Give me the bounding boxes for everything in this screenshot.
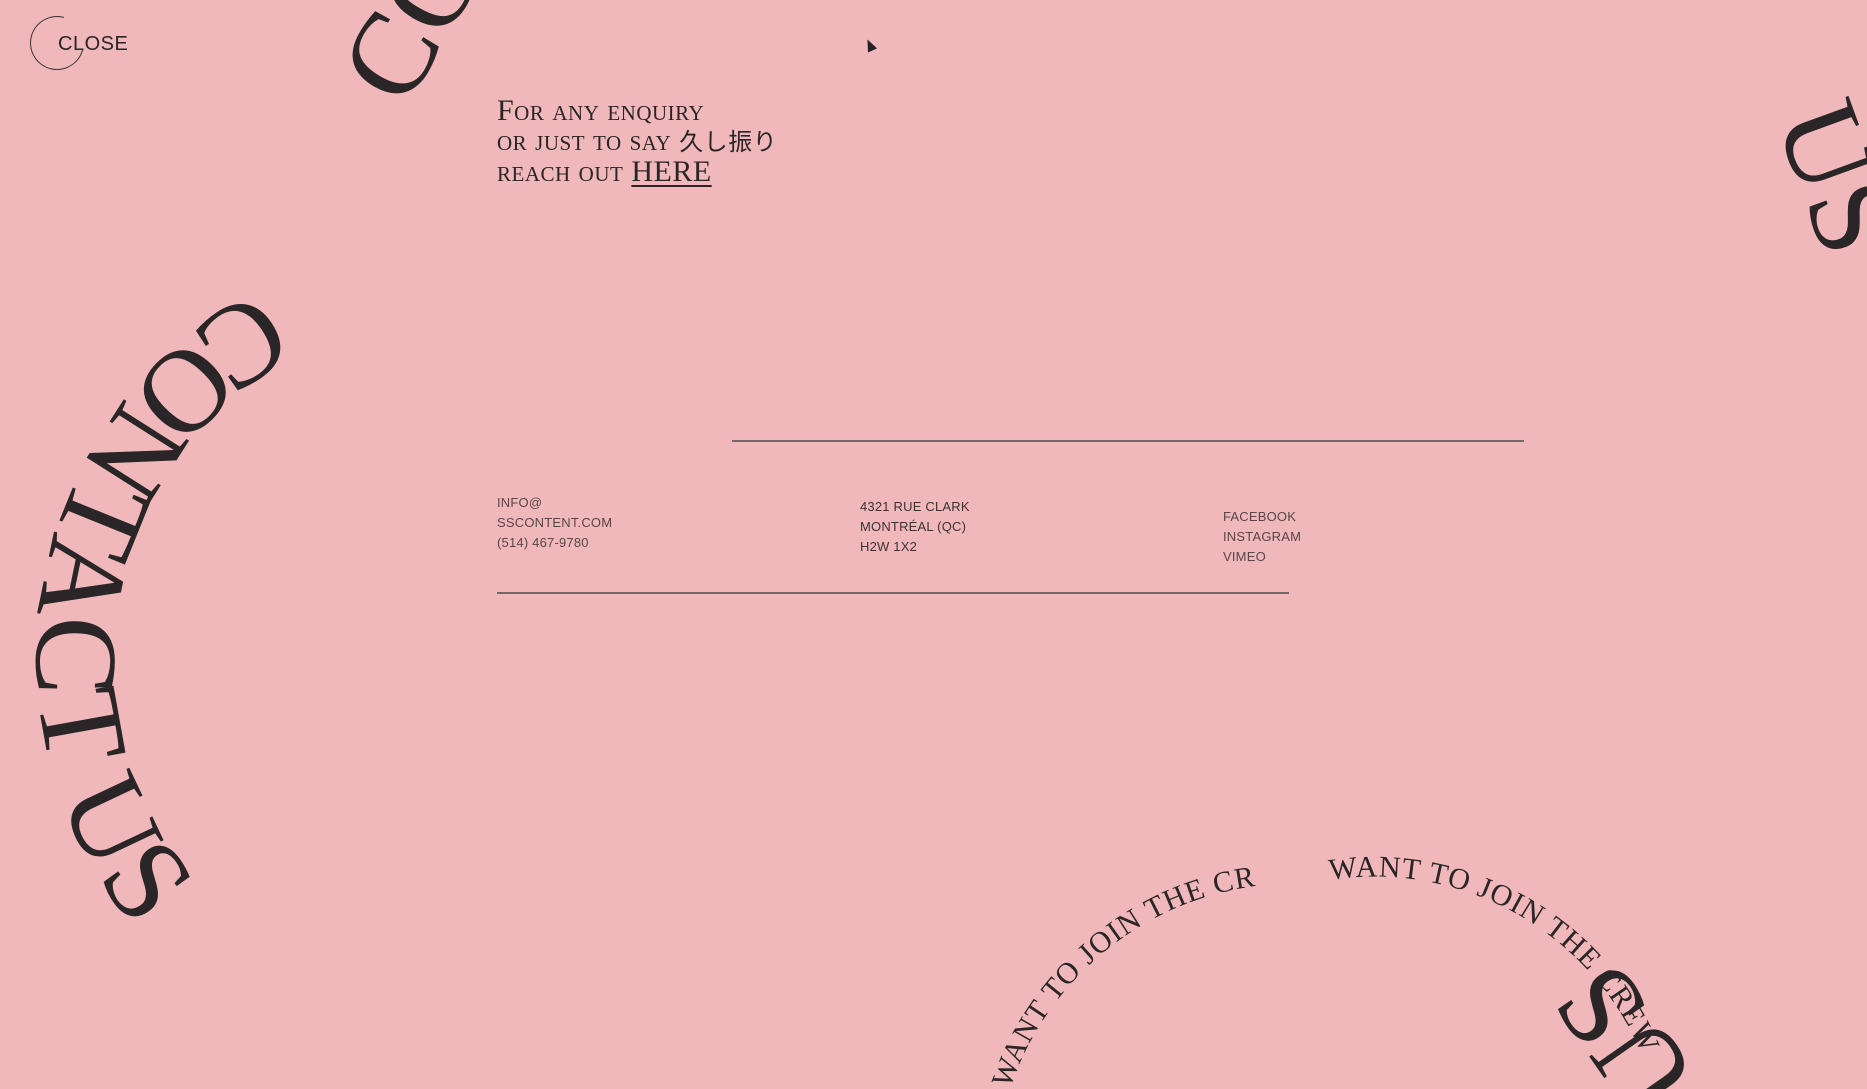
contact-column: INFO@ SSCONTENT.COM (514) 467-9780 [497,493,612,553]
close-label: CLOSE [58,33,129,55]
enquiry-line-3-text: reach out [497,155,632,188]
join-crew-right-curved-text: WANT TO JOIN THE CREW? [0,0,1666,1058]
divider-top [732,440,1524,442]
instagram-link[interactable]: INSTAGRAM [1223,527,1301,547]
email-line-1: INFO@ [497,495,543,510]
address-line-3: H2W 1X2 [860,539,918,554]
close-button[interactable]: CLOSE [20,6,130,80]
enquiry-line-1: For any enquiry [497,94,705,127]
divider-bottom [497,592,1289,594]
facebook-link[interactable]: FACEBOOK [1223,507,1301,527]
enquiry-japanese-text: 久し振り [679,128,778,156]
enquiry-line-2-text: or just to say [497,124,680,157]
address-column: 4321 RUE CLARK MONTRÉAL (QC) H2W 1X2 [860,497,970,557]
enquiry-line-3: reach out HERE [497,157,777,187]
email-line-2: SSCONTENT.COM [497,515,613,530]
enquiry-line-2: or just to say 久し振り [497,126,777,157]
social-column: FACEBOOK INSTAGRAM VIMEO [1223,507,1301,567]
email-link[interactable]: INFO@ SSCONTENT.COM [497,493,612,533]
address-line-1: 4321 RUE CLARK [860,499,970,514]
vimeo-link[interactable]: VIMEO [1223,547,1301,567]
address-line-2: MONTRÉAL (QC) [860,519,967,534]
contact-us-curved-text: CONTACT US [11,267,313,947]
mouse-cursor-icon [862,37,878,53]
enquiry-heading: For any enquiry or just to say 久し振り reac… [497,96,777,187]
reach-out-here-link[interactable]: HERE [631,155,711,188]
bottom-right-us-fragment: US [1527,942,1721,1089]
top-right-us-fragment: US [1751,84,1867,271]
top-left-co-fragment: CO [314,0,509,123]
phone-link[interactable]: (514) 467-9780 [497,533,612,553]
